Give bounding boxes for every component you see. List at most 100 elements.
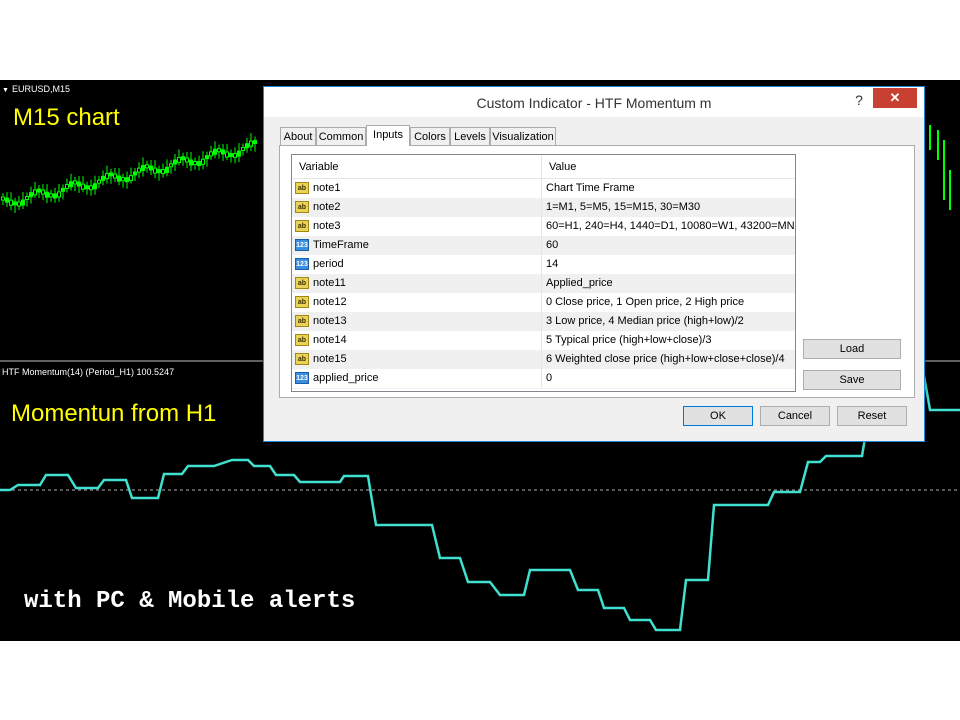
candle-body bbox=[21, 199, 25, 206]
variable-name: TimeFrame bbox=[313, 239, 369, 251]
tab-colors[interactable]: Colors bbox=[410, 127, 450, 145]
table-row[interactable]: ab note13 3 Low price, 4 Median price (hig… bbox=[292, 312, 795, 332]
candle-body bbox=[173, 159, 177, 165]
candle-body bbox=[101, 175, 105, 181]
table-row[interactable]: 123 period 14 bbox=[292, 255, 795, 275]
help-button[interactable]: ? bbox=[849, 90, 869, 110]
tab-inputs[interactable]: Inputs bbox=[366, 125, 410, 146]
string-type-icon: ab bbox=[295, 220, 309, 232]
column-header-variable[interactable]: Variable bbox=[299, 155, 339, 179]
dropdown-triangle-icon[interactable]: ▼ bbox=[2, 87, 9, 94]
candle-body bbox=[1, 196, 5, 201]
candle-body bbox=[201, 158, 205, 165]
candle-body bbox=[125, 177, 129, 183]
candle-body bbox=[137, 167, 141, 173]
variable-value[interactable]: 1=M1, 5=M5, 15=M15, 30=M30 bbox=[546, 198, 700, 217]
symbol-label: ▼ EURUSD,M15 bbox=[2, 84, 70, 94]
candle-body bbox=[65, 184, 69, 190]
variable-value[interactable]: 60=H1, 240=H4, 1440=D1, 10080=W1, 43200=… bbox=[546, 217, 795, 236]
dialog-titlebar[interactable]: Custom Indicator - HTF Momentum m ? ✕ bbox=[264, 87, 924, 117]
candle-body bbox=[133, 171, 137, 176]
variable-value[interactable]: 60 bbox=[546, 236, 558, 255]
grid-header: Variable Value bbox=[292, 155, 795, 179]
candle-body bbox=[193, 161, 197, 166]
variable-value[interactable]: 3 Low price, 4 Median price (high+low)/2 bbox=[546, 312, 744, 331]
table-row[interactable]: ab note1 Chart Time Frame bbox=[292, 179, 795, 199]
candle-body bbox=[205, 155, 209, 160]
variable-name: note14 bbox=[313, 334, 347, 346]
candle-body bbox=[37, 188, 41, 193]
candle-body bbox=[157, 169, 161, 174]
string-type-icon: ab bbox=[295, 296, 309, 308]
reset-button[interactable]: Reset bbox=[837, 406, 907, 426]
table-row[interactable]: ab note2 1=M1, 5=M5, 15=M15, 30=M30 bbox=[292, 198, 795, 218]
table-row[interactable]: ab note11 Applied_price bbox=[292, 274, 795, 294]
candle-body bbox=[77, 181, 81, 187]
candle-body bbox=[85, 185, 89, 190]
candle-body bbox=[33, 189, 37, 196]
variable-name: note2 bbox=[313, 201, 341, 213]
candle-body bbox=[169, 163, 173, 168]
variable-value[interactable]: 0 bbox=[546, 369, 552, 388]
candle-body bbox=[109, 172, 113, 177]
dialog-title: Custom Indicator - HTF Momentum m bbox=[476, 95, 712, 111]
variable-value[interactable]: 5 Typical price (high+low+close)/3 bbox=[546, 331, 712, 350]
candle-body bbox=[177, 156, 181, 163]
candle-body bbox=[237, 150, 241, 157]
save-button[interactable]: Save bbox=[803, 370, 901, 390]
candle-body bbox=[221, 149, 225, 155]
string-type-icon: ab bbox=[295, 315, 309, 327]
string-type-icon: ab bbox=[295, 353, 309, 365]
candle-body bbox=[253, 140, 257, 145]
variable-value[interactable]: Chart Time Frame bbox=[546, 179, 635, 198]
table-row[interactable]: 123 TimeFrame 60 bbox=[292, 236, 795, 256]
candle-body bbox=[229, 153, 233, 158]
candle-body bbox=[93, 183, 97, 190]
numeric-type-icon: 123 bbox=[295, 258, 309, 270]
candle-body bbox=[13, 201, 17, 206]
candle-body bbox=[165, 166, 169, 173]
candle-body bbox=[45, 191, 49, 198]
ok-button[interactable]: OK bbox=[683, 406, 753, 426]
table-row[interactable]: ab note12 0 Close price, 1 Open price, 2 H… bbox=[292, 293, 795, 313]
variable-value[interactable]: 14 bbox=[546, 255, 558, 274]
tab-levels[interactable]: Levels bbox=[450, 127, 490, 145]
candle-body bbox=[113, 173, 117, 179]
candle-body bbox=[81, 183, 85, 190]
candle-body bbox=[149, 165, 153, 171]
numeric-type-icon: 123 bbox=[295, 239, 309, 251]
table-row[interactable]: ab note15 6 Weighted close price (high+low… bbox=[292, 350, 795, 370]
candle-body bbox=[25, 196, 29, 201]
cancel-button[interactable]: Cancel bbox=[760, 406, 830, 426]
candle-body bbox=[209, 151, 213, 157]
variable-value[interactable]: Applied_price bbox=[546, 274, 613, 293]
alerts-text: with PC & Mobile alerts bbox=[24, 588, 356, 615]
table-row[interactable]: 123 applied_price 0 bbox=[292, 369, 795, 389]
column-header-value[interactable]: Value bbox=[549, 155, 576, 179]
candle-body bbox=[197, 160, 201, 166]
candle-body bbox=[69, 181, 73, 188]
symbol-text: EURUSD,M15 bbox=[11, 84, 70, 94]
custom-indicator-dialog: Custom Indicator - HTF Momentum m ? ✕ Ab… bbox=[263, 86, 925, 442]
candle-body bbox=[189, 159, 193, 166]
load-button[interactable]: Load bbox=[803, 339, 901, 359]
table-row[interactable]: ab note14 5 Typical price (high+low+close)… bbox=[292, 331, 795, 351]
candle-body bbox=[225, 151, 229, 158]
close-button[interactable]: ✕ bbox=[873, 88, 917, 108]
inputs-grid[interactable]: Variable Value ab note1 Chart Time Frame ab… bbox=[291, 154, 796, 392]
inputs-panel: Variable Value ab note1 Chart Time Frame ab… bbox=[279, 145, 915, 398]
indicator-caption: Momentun from H1 bbox=[11, 400, 217, 427]
candle-body bbox=[49, 193, 53, 198]
candle-body bbox=[61, 187, 65, 192]
candle-body bbox=[217, 148, 221, 153]
candle-body bbox=[233, 152, 237, 158]
candle-body bbox=[213, 148, 217, 155]
variable-value[interactable]: 0 Close price, 1 Open price, 2 High pric… bbox=[546, 293, 744, 312]
variable-value[interactable]: 6 Weighted close price (high+low+close+c… bbox=[546, 350, 785, 369]
tab-common[interactable]: Common bbox=[316, 127, 366, 145]
tab-about[interactable]: About bbox=[280, 127, 316, 145]
variable-name: note13 bbox=[313, 315, 347, 327]
variable-name: note12 bbox=[313, 296, 347, 308]
table-row[interactable]: ab note3 60=H1, 240=H4, 1440=D1, 10080=W1,… bbox=[292, 217, 795, 237]
tab-visualization[interactable]: Visualization bbox=[490, 127, 556, 145]
